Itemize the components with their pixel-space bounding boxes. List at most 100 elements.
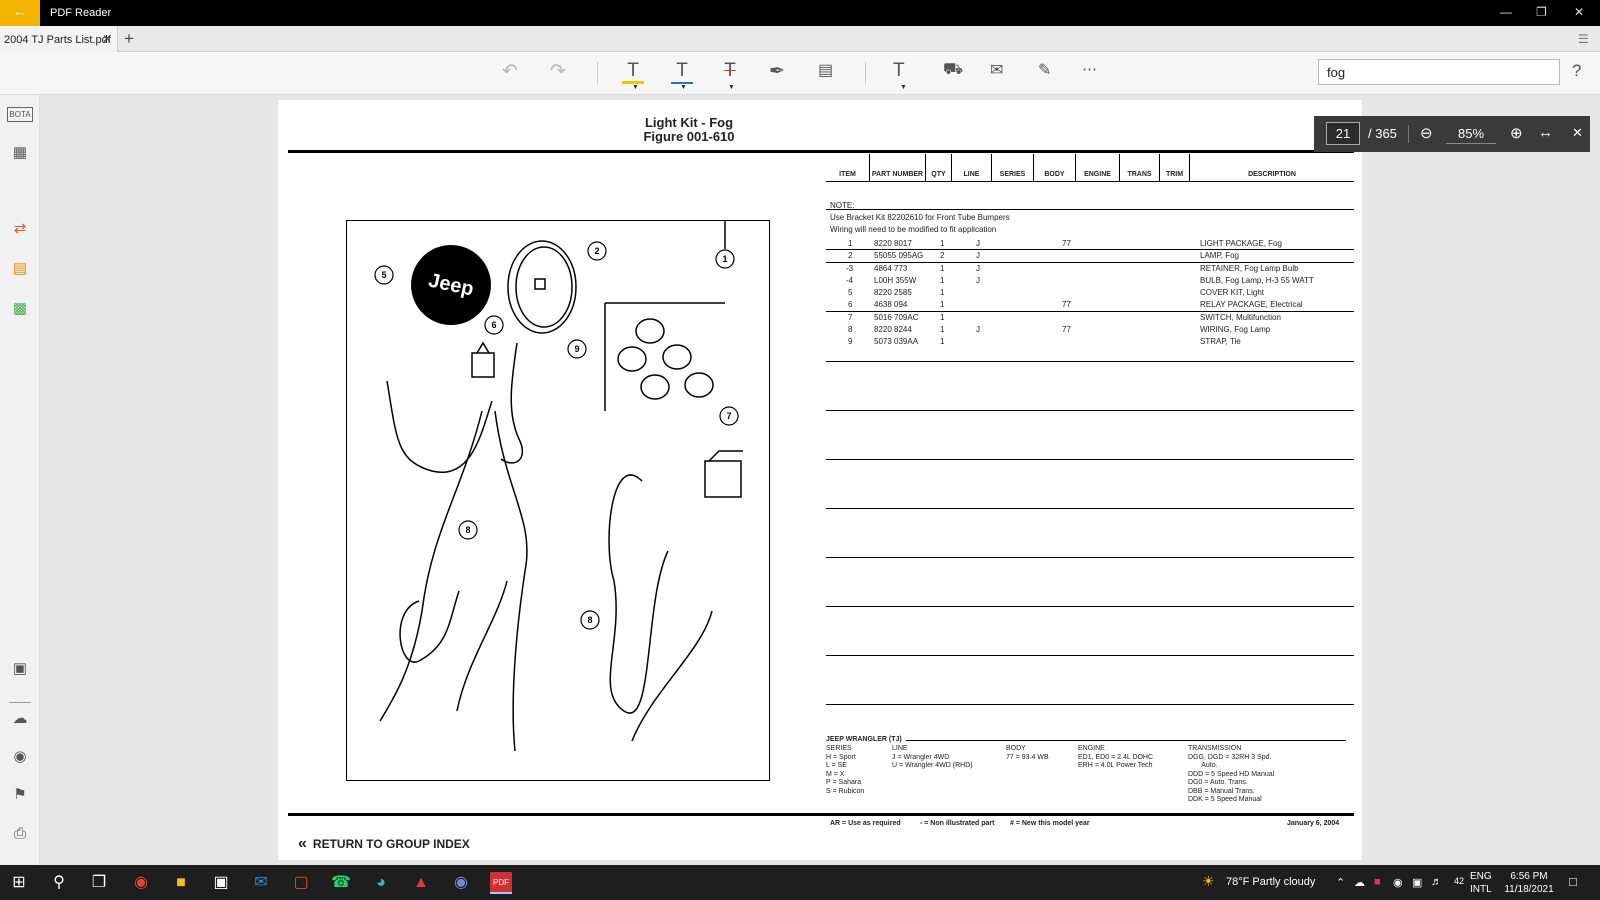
col-item: ITEM bbox=[826, 154, 870, 182]
more-icon[interactable]: ⋯ bbox=[1082, 60, 1097, 86]
thumbnails-icon[interactable]: ▦ bbox=[8, 143, 32, 161]
undo-icon[interactable]: ↶ bbox=[502, 60, 518, 86]
app-icon[interactable]: ▲ bbox=[410, 872, 432, 894]
close-nav-icon[interactable]: ✕ bbox=[1572, 125, 1583, 141]
pen-icon[interactable]: ✒ bbox=[769, 60, 785, 86]
col-part-number: PART NUMBER bbox=[870, 154, 926, 182]
windows-start-icon[interactable]: ⊞ bbox=[8, 872, 30, 894]
volume-level: 42 bbox=[1454, 876, 1465, 886]
lang-secondary: INTL bbox=[1470, 884, 1492, 895]
task-view-icon[interactable]: ❐ bbox=[88, 872, 110, 894]
network-icon[interactable]: ▣ bbox=[1412, 876, 1422, 889]
pdf-reader-taskbar-icon[interactable]: PDF bbox=[490, 872, 512, 894]
table-row: 5 8220 2585 1 COVER KIT, Light bbox=[848, 288, 1265, 298]
underline-text-icon[interactable]: T bbox=[671, 60, 693, 84]
zoom-in-icon[interactable]: ⊕ bbox=[1510, 124, 1523, 142]
callout-7: 7 bbox=[726, 411, 731, 421]
table-row: -3 4864 773 1 J RETAINER, Fog Lamp Bulb bbox=[846, 263, 1299, 273]
col-line: LINE bbox=[952, 154, 992, 182]
page-date: January 6, 2004 bbox=[1287, 820, 1340, 827]
table-row: 7 5016 709AC 1 SWITCH, Multifunction bbox=[848, 312, 1281, 322]
cloud-sync-icon[interactable]: ☁ bbox=[8, 709, 32, 727]
presentation-icon[interactable]: ▣ bbox=[8, 659, 32, 677]
app-title: PDF Reader bbox=[50, 7, 112, 19]
note-label: NOTE: bbox=[830, 201, 855, 210]
return-label: RETURN TO GROUP INDEX bbox=[312, 837, 470, 851]
notifications-icon[interactable]: □ bbox=[1569, 874, 1577, 889]
tray-chevron-up-icon[interactable]: ⌃ bbox=[1336, 876, 1345, 889]
tab-bar: 2004 TJ Parts List.pdf ✕ + ☰ bbox=[0, 26, 1600, 52]
legend-line: LINE J = Wrangler 4WD U = Wrangler 4WD (… bbox=[892, 745, 973, 769]
office-icon[interactable]: ▢ bbox=[290, 872, 312, 894]
bota-icon[interactable]: BOTA bbox=[7, 107, 33, 122]
table-row: 1 8220 8017 1 J 77 LIGHT PACKAGE, Fog bbox=[826, 238, 1354, 251]
edit-form-icon[interactable]: ✎ bbox=[1038, 60, 1051, 86]
file-explorer-icon[interactable]: ■ bbox=[170, 872, 192, 894]
organize-icon[interactable]: ▤ bbox=[8, 259, 32, 277]
highlight-text-icon[interactable]: T bbox=[622, 60, 644, 84]
store-icon[interactable]: ▣ bbox=[210, 872, 232, 894]
discord-icon[interactable]: ◉ bbox=[450, 872, 472, 894]
tab-list-icon[interactable]: ☰ bbox=[1578, 32, 1589, 46]
volume-icon[interactable]: ♬ bbox=[1431, 876, 1442, 888]
toolbar: ↶ ↷ T ▼ T ▼ T ▼ ✒ ▤ T ▼ ⛟ ✉ ✎ ⋯ fog ? bbox=[0, 52, 1600, 95]
tray-app-icon[interactable]: ■ bbox=[1374, 876, 1381, 888]
table-header: ITEM PART NUMBER QTY LINE SERIES BODY EN… bbox=[826, 154, 1354, 182]
back-arrow-icon[interactable]: ← bbox=[0, 0, 40, 26]
pdf-page: Light Kit - Fog Figure 001-610 Jeep 1 2 … bbox=[278, 100, 1362, 860]
page-total: / 365 bbox=[1368, 126, 1397, 141]
print-icon[interactable]: ⎙ bbox=[8, 825, 32, 842]
return-to-index-link[interactable]: « RETURN TO GROUP INDEX bbox=[298, 835, 470, 853]
col-engine: ENGINE bbox=[1076, 154, 1120, 182]
zoom-out-icon[interactable]: ⊖ bbox=[1420, 124, 1433, 142]
strikethrough-text-icon[interactable]: T bbox=[719, 60, 741, 86]
document-tab[interactable]: 2004 TJ Parts List.pdf ✕ bbox=[0, 26, 118, 52]
title-line: Light Kit - Fog bbox=[644, 115, 734, 130]
note-icon[interactable]: ▤ bbox=[818, 60, 833, 86]
callout-6: 6 bbox=[491, 320, 496, 330]
input-language[interactable]: ENG INTL bbox=[1470, 870, 1492, 896]
help-icon[interactable]: ? bbox=[1572, 61, 1581, 81]
clock[interactable]: 6:56 PM 11/18/2021 bbox=[1500, 870, 1558, 896]
search-input[interactable]: fog bbox=[1318, 59, 1560, 85]
col-qty: QTY bbox=[926, 154, 952, 182]
search-icon[interactable]: ⚲ bbox=[48, 872, 70, 894]
weather-text[interactable]: 78°F Partly cloudy bbox=[1226, 876, 1315, 888]
page-number-input[interactable]: 21 bbox=[1326, 122, 1360, 145]
edge-icon[interactable]: ◕ bbox=[370, 872, 392, 894]
footnote-new: # = New this model year bbox=[1010, 820, 1090, 827]
stamp-icon[interactable]: ⛟ bbox=[943, 60, 963, 86]
col-trans: TRANS bbox=[1120, 154, 1160, 182]
callout-8b: 8 bbox=[587, 615, 592, 625]
fit-width-icon[interactable]: ↔ bbox=[1538, 124, 1553, 141]
col-series: SERIES bbox=[992, 154, 1034, 182]
callout-8a: 8 bbox=[465, 525, 470, 535]
callout-5: 5 bbox=[381, 270, 386, 280]
chrome-icon[interactable]: ◉ bbox=[130, 872, 152, 894]
whatsapp-icon[interactable]: ☎ bbox=[330, 872, 352, 894]
footnote-ar: AR = Use as required bbox=[830, 820, 901, 827]
redo-icon[interactable]: ↷ bbox=[550, 60, 566, 86]
close-window-icon[interactable]: ✕ bbox=[1574, 5, 1584, 19]
note-line-1: Use Bracket Kit 82202610 for Front Tube … bbox=[830, 213, 1010, 222]
convert-icon[interactable]: ⇄ bbox=[8, 219, 32, 237]
tray-color-icon[interactable]: ◉ bbox=[1393, 876, 1403, 889]
mail-icon[interactable]: ✉ bbox=[250, 872, 272, 894]
bookmark-icon[interactable]: ⚑ bbox=[8, 785, 32, 803]
text-box-icon[interactable]: T bbox=[893, 60, 905, 86]
clock-time: 6:56 PM bbox=[1510, 871, 1548, 882]
left-sidebar: BOTA ▦ ⇄ ▤ ▩ ▣ ☁ ◉ ⚑ ⎙ bbox=[0, 95, 40, 865]
onedrive-icon[interactable]: ☁ bbox=[1354, 876, 1365, 889]
restore-icon[interactable]: ❐ bbox=[1536, 5, 1547, 19]
ocr-icon[interactable]: ▩ bbox=[8, 299, 32, 317]
note-line-2: Wiring will need to be modified to fit a… bbox=[830, 225, 997, 234]
table-row: 6 4638 094 1 77 RELAY PACKAGE, Electrical bbox=[826, 299, 1354, 312]
close-tab-icon[interactable]: ✕ bbox=[102, 32, 112, 46]
signature-icon[interactable]: ✉ bbox=[990, 60, 1003, 86]
zoom-level[interactable]: 85% bbox=[1446, 126, 1496, 144]
table-notes: NOTE: Use Bracket Kit 82202610 for Front… bbox=[830, 200, 1010, 236]
minimize-icon[interactable]: — bbox=[1500, 5, 1512, 19]
page-navigation: 21 / 365 ⊖ 85% ⊕ ↔ ✕ bbox=[1314, 116, 1590, 152]
new-tab-icon[interactable]: + bbox=[124, 29, 134, 49]
eye-icon[interactable]: ◉ bbox=[8, 747, 32, 765]
